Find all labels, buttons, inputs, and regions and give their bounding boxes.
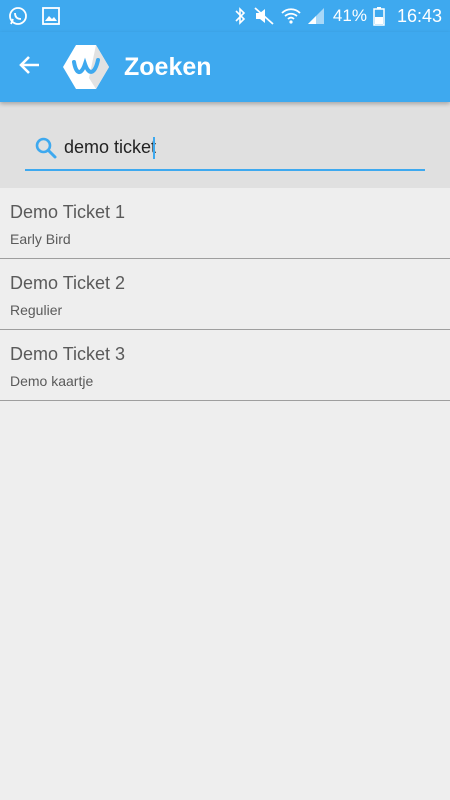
- mute-icon: [253, 6, 275, 26]
- app-logo-icon: [58, 39, 114, 95]
- search-input[interactable]: demo ticket: [64, 137, 156, 158]
- status-bar-left: [0, 6, 60, 26]
- status-bar: 41% 16:43: [0, 0, 450, 32]
- result-title: Demo Ticket 3: [10, 344, 126, 364]
- result-title: Demo Ticket 1: [10, 202, 126, 222]
- list-item[interactable]: Demo Ticket 1 Early Bird: [0, 188, 450, 259]
- search-area: demo ticket: [0, 102, 450, 188]
- whatsapp-icon: [8, 6, 28, 26]
- back-button[interactable]: [0, 32, 60, 102]
- back-arrow-icon: [18, 53, 42, 82]
- battery-icon: [373, 6, 385, 26]
- search-icon: [31, 133, 61, 163]
- status-time: 16:43: [396, 5, 442, 26]
- page-title: Zoeken: [124, 52, 212, 81]
- list-item[interactable]: Demo Ticket 3 Demo kaartje: [0, 330, 450, 401]
- result-subtitle: Regulier: [10, 302, 63, 318]
- text-cursor: [153, 136, 155, 159]
- result-subtitle: Demo kaartje: [10, 373, 94, 389]
- battery-percent: 41%: [332, 6, 367, 25]
- bluetooth-icon: [233, 6, 247, 26]
- search-field[interactable]: demo ticket: [25, 126, 425, 171]
- image-icon: [42, 7, 60, 25]
- result-title: Demo Ticket 2: [10, 273, 126, 293]
- signal-icon: [307, 7, 325, 25]
- wifi-icon: [281, 7, 301, 25]
- list-item[interactable]: Demo Ticket 2 Regulier: [0, 259, 450, 330]
- status-bar-right: 41% 16:43: [233, 6, 450, 27]
- result-subtitle: Early Bird: [10, 231, 71, 247]
- app-bar: Zoeken: [0, 32, 450, 102]
- results-list: Demo Ticket 1 Early Bird Demo Ticket 2 R…: [0, 188, 450, 401]
